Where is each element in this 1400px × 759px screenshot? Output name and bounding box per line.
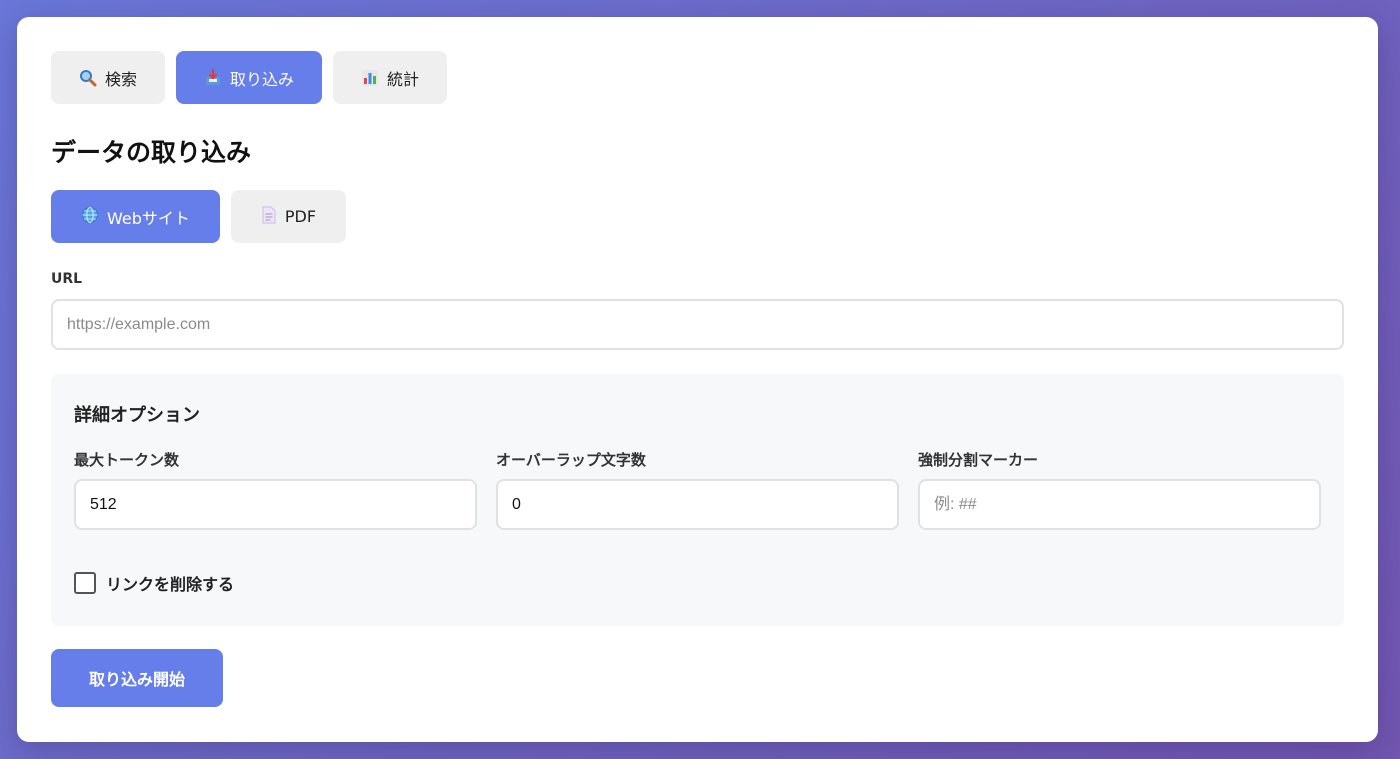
max-tokens-field: 最大トークン数 <box>74 449 477 530</box>
bar-chart-icon <box>361 69 379 87</box>
split-marker-input[interactable] <box>918 479 1321 530</box>
url-input[interactable] <box>51 299 1344 350</box>
tab-website[interactable]: Webサイト <box>51 190 220 243</box>
magnifier-icon <box>79 69 97 87</box>
tab-pdf-label: PDF <box>284 207 317 226</box>
max-tokens-input[interactable] <box>74 479 477 530</box>
split-marker-label: 強制分割マーカー <box>918 451 1039 469</box>
remove-links-checkbox[interactable] <box>74 572 96 594</box>
max-tokens-label: 最大トークン数 <box>74 451 180 469</box>
overlap-label: オーバーラップ文字数 <box>496 451 646 469</box>
source-tabs: Webサイト PDF <box>51 190 347 243</box>
start-ingest-button[interactable]: 取り込み開始 <box>51 649 223 707</box>
overlap-input[interactable] <box>496 479 899 530</box>
overlap-field: オーバーラップ文字数 <box>496 449 899 530</box>
document-icon <box>261 206 277 228</box>
tab-search-label: 検索 <box>105 69 138 89</box>
tab-stats-label: 統計 <box>387 69 420 89</box>
main-card: 検索 取り込み 統計 データの取り込み Webサイト PDF URL https… <box>17 17 1378 742</box>
tab-search[interactable]: 検索 <box>51 51 166 104</box>
main-tabs: 検索 取り込み 統計 <box>51 51 448 104</box>
remove-links-row: リンクを削除する <box>74 571 234 595</box>
globe-icon <box>81 206 99 228</box>
url-label: URL <box>51 271 83 287</box>
split-marker-field: 強制分割マーカー <box>918 449 1321 530</box>
advanced-options-title: 詳細オプション <box>74 405 200 426</box>
tab-pdf[interactable]: PDF <box>230 190 347 243</box>
tab-website-label: Webサイト <box>107 208 190 228</box>
inbox-tray-icon <box>204 68 222 87</box>
remove-links-label[interactable]: リンクを削除する <box>106 571 234 595</box>
tab-ingest[interactable]: 取り込み <box>176 51 323 104</box>
page-title: データの取り込み <box>51 138 252 167</box>
tab-ingest-label: 取り込み <box>230 69 295 89</box>
advanced-options-panel: 詳細オプション 最大トークン数 オーバーラップ文字数 強制分割マーカー リンクを… <box>51 374 1344 626</box>
tab-stats[interactable]: 統計 <box>333 51 448 104</box>
